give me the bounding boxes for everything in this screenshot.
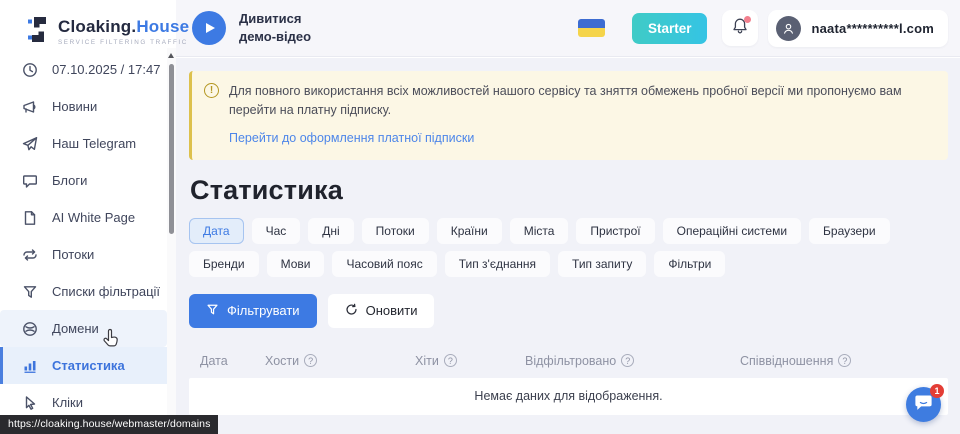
megaphone-icon — [21, 98, 38, 115]
column-header-date: Дата — [200, 354, 265, 368]
sidebar-item-label: Блоги — [52, 173, 87, 188]
subscription-link[interactable]: Перейти до оформлення платної підписки — [229, 131, 474, 145]
logo-tagline: SERVICE FILTERING TRAFFIC — [58, 39, 189, 46]
chat-bubble-icon — [21, 172, 38, 189]
logo[interactable]: Cloaking.House SERVICE FILTERING TRAFFIC — [0, 0, 167, 50]
help-icon[interactable]: ? — [621, 354, 634, 367]
column-header-hosts: Хости ? — [265, 354, 415, 368]
trial-warning-text: Для повного використання всіх можливосте… — [229, 82, 934, 121]
tab-filters[interactable]: Фільтри — [654, 251, 725, 277]
main-content: ! Для повного використання всіх можливос… — [176, 58, 960, 434]
table-header-row: Дата Хости ? Хіти ? Відфільтровано ? Спі… — [189, 344, 948, 378]
tab-timezone[interactable]: Часовий пояс — [332, 251, 436, 277]
warning-info-icon: ! — [204, 83, 219, 98]
demo-video-label: Дивитися демо-відео — [239, 10, 311, 45]
tab-streams[interactable]: Потоки — [362, 218, 429, 244]
help-icon[interactable]: ? — [838, 354, 851, 367]
bar-chart-icon — [21, 357, 38, 374]
tab-brands[interactable]: Бренди — [189, 251, 259, 277]
scrollbar-up-arrow[interactable] — [168, 53, 174, 58]
table-actions: Фільтрувати Оновити — [189, 294, 948, 328]
document-icon — [21, 209, 38, 226]
help-icon[interactable]: ? — [444, 354, 457, 367]
sidebar-item-label: Списки фільтрації — [52, 284, 160, 299]
page-title: Статистика — [190, 175, 948, 206]
sidebar-item-label: AI White Page — [52, 210, 135, 225]
link-status-tooltip: https://cloaking.house/webmaster/domains — [0, 415, 218, 434]
sidebar-item-label: Новини — [52, 99, 97, 114]
sidebar-item-telegram[interactable]: Наш Telegram — [0, 125, 167, 162]
sidebar-item-label: Потоки — [52, 247, 94, 262]
refresh-icon — [345, 303, 358, 319]
tab-date[interactable]: Дата — [189, 218, 244, 244]
sidebar-item-label: Наш Telegram — [52, 136, 136, 151]
help-icon[interactable]: ? — [304, 354, 317, 367]
chat-widget-button[interactable]: 1 — [906, 387, 941, 422]
globe-icon — [21, 320, 38, 337]
sidebar-item-streams[interactable]: Потоки — [0, 236, 167, 273]
sidebar-item-domains[interactable]: Домени — [0, 310, 167, 347]
sidebar-scrollbar[interactable] — [167, 48, 176, 434]
tab-browsers[interactable]: Браузери — [809, 218, 890, 244]
sidebar-item-label: 07.10.2025 / 17:47 — [52, 62, 160, 77]
notification-dot — [744, 16, 751, 23]
user-account-button[interactable]: naata**********l.com — [768, 10, 948, 47]
sidebar-item-label: Кліки — [52, 395, 83, 410]
repeat-icon — [21, 246, 38, 263]
logo-title: Cloaking.House — [58, 17, 189, 37]
sidebar-item-statistics[interactable]: Статистика — [0, 347, 167, 384]
sidebar-item-ai-white-page[interactable]: AI White Page — [0, 199, 167, 236]
tab-operating-systems[interactable]: Операційні системи — [663, 218, 801, 244]
tab-languages[interactable]: Мови — [267, 251, 325, 277]
sidebar-item-news[interactable]: Новини — [0, 88, 167, 125]
sidebar-item-blogs[interactable]: Блоги — [0, 162, 167, 199]
tab-days[interactable]: Дні — [308, 218, 353, 244]
column-header-ratio: Співвідношення ? — [740, 354, 948, 368]
scrollbar-thumb[interactable] — [169, 64, 174, 234]
filter-button[interactable]: Фільтрувати — [189, 294, 317, 328]
funnel-icon — [206, 303, 219, 319]
sidebar-item-label: Статистика — [52, 358, 125, 373]
column-header-hits: Хіти ? — [415, 354, 525, 368]
sidebar-item-label: Домени — [52, 321, 99, 336]
sidebar-item-datetime: 07.10.2025 / 17:47 — [0, 51, 167, 88]
cursor-icon — [21, 394, 38, 411]
tab-cities[interactable]: Міста — [510, 218, 569, 244]
trial-warning-banner: ! Для повного використання всіх можливос… — [189, 71, 948, 160]
play-icon[interactable] — [192, 11, 226, 45]
notifications-button[interactable] — [722, 10, 758, 46]
tab-time[interactable]: Час — [252, 218, 301, 244]
tab-countries[interactable]: Країни — [437, 218, 502, 244]
sidebar: Cloaking.House SERVICE FILTERING TRAFFIC… — [0, 0, 167, 434]
funnel-icon — [21, 283, 38, 300]
tab-devices[interactable]: Пристрої — [576, 218, 654, 244]
sidebar-item-filter-lists[interactable]: Списки фільтрації — [0, 273, 167, 310]
empty-state: Немає даних для відображення. — [189, 378, 948, 415]
chat-bubble-icon — [914, 394, 933, 416]
tab-request-type[interactable]: Тип запиту — [558, 251, 646, 277]
demo-video-button[interactable]: Дивитися демо-відео — [192, 10, 311, 45]
logo-icon — [28, 16, 50, 48]
refresh-button[interactable]: Оновити — [328, 294, 435, 328]
column-header-filtered: Відфільтровано ? — [525, 354, 740, 368]
statistics-tabs: Дата Час Дні Потоки Країни Міста Пристро… — [189, 218, 934, 277]
sidebar-nav: 07.10.2025 / 17:47 Новини Наш Telegram Б… — [0, 51, 167, 421]
user-email: naata**********l.com — [811, 21, 934, 36]
telegram-icon — [21, 135, 38, 152]
top-header: Дивитися демо-відео Starter naata*******… — [176, 0, 960, 57]
plan-badge[interactable]: Starter — [632, 13, 708, 44]
chat-unread-badge: 1 — [930, 384, 944, 398]
avatar — [776, 16, 801, 41]
tab-connection-type[interactable]: Тип з'єднання — [445, 251, 550, 277]
language-flag-ukraine[interactable] — [578, 19, 605, 37]
clock-icon — [21, 61, 38, 78]
